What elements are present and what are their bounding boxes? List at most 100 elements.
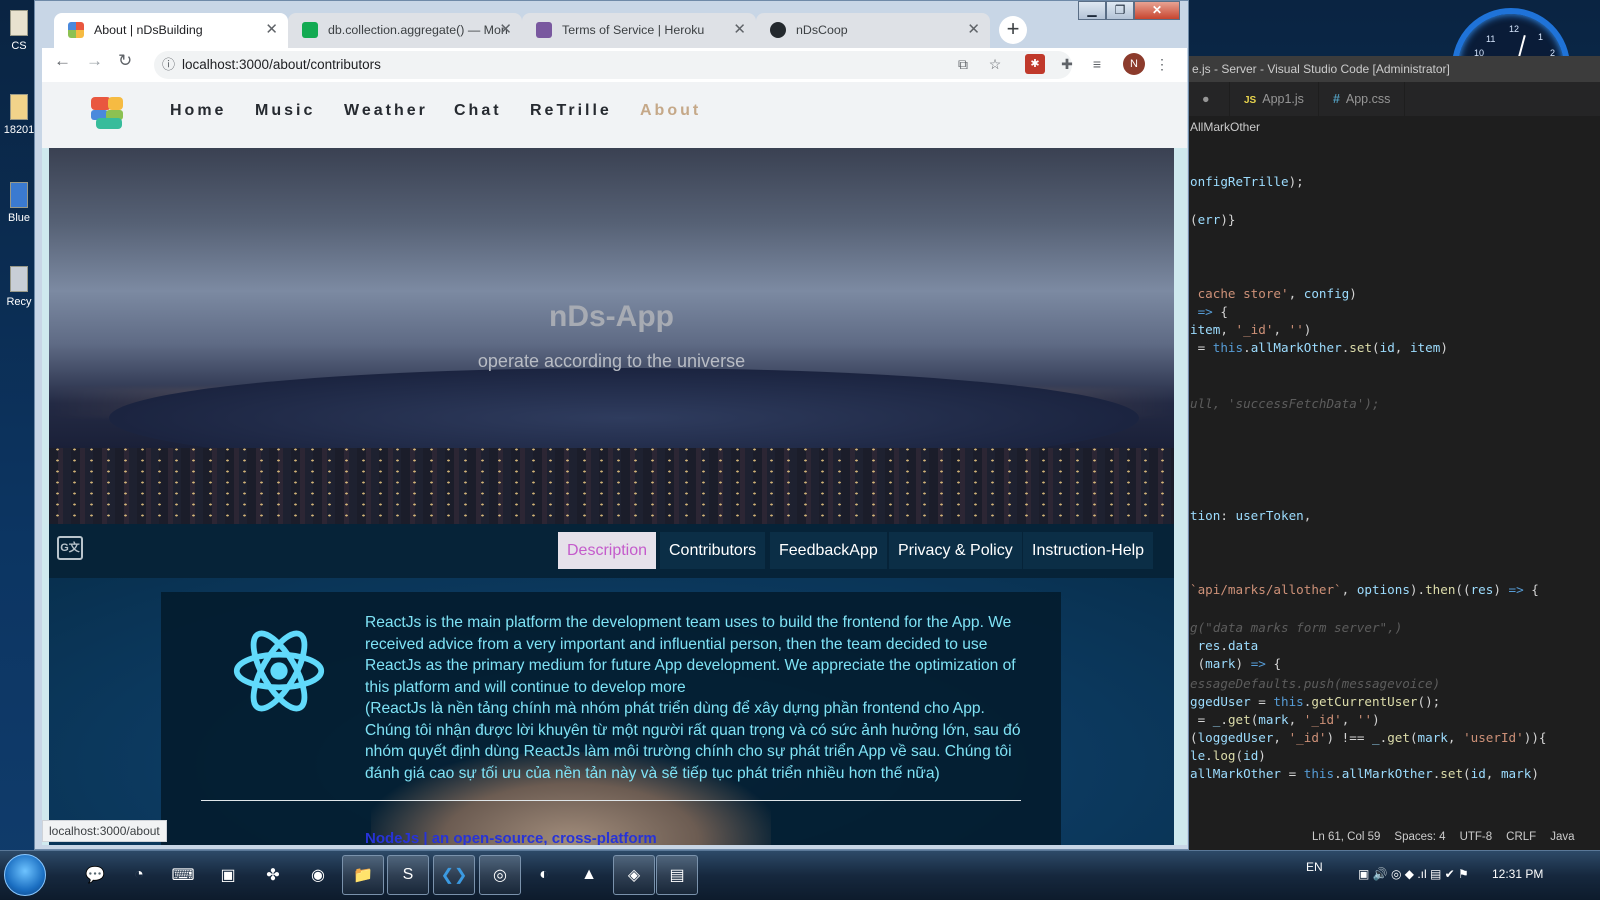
vscode-tab-app1js[interactable]: JS App1.js	[1230, 82, 1319, 116]
taskbar-app-icon[interactable]: ◔	[118, 855, 160, 895]
taskbar-sublime-icon[interactable]: S	[387, 855, 429, 895]
nav-music[interactable]: Music	[255, 102, 315, 120]
code-line: `api/marks/allother`, options).then((res…	[1190, 582, 1539, 597]
code-line: allMarkOther = this.allMarkOther.set(id,…	[1190, 766, 1539, 781]
nav-home[interactable]: Home	[170, 102, 226, 120]
clock-number: 12	[1509, 24, 1520, 34]
code-line: tion: userToken,	[1190, 508, 1312, 523]
vscode-tabbar: ● JS App1.js # App.css	[1188, 82, 1600, 116]
folder-icon	[10, 94, 28, 120]
back-icon[interactable]: ←	[54, 51, 71, 71]
section-divider	[201, 800, 1021, 801]
bookmark-star-icon[interactable]: ☆	[985, 54, 1005, 74]
taskbar-tool-icon[interactable]: ✤	[252, 855, 294, 895]
translate-icon[interactable]: ⧉	[953, 54, 973, 74]
reload-icon[interactable]: ↻	[118, 51, 132, 71]
react-logo-icon	[233, 630, 325, 712]
profile-avatar[interactable]: N	[1123, 53, 1145, 75]
taskbar-vscode-icon[interactable]: ❮❯	[433, 855, 475, 895]
code-line: g("data marks form server",)	[1190, 620, 1403, 635]
extensions-puzzle-icon[interactable]: ✚	[1057, 54, 1077, 74]
desktop-icon-cs[interactable]: CS	[2, 10, 36, 52]
clock-number: 1	[1538, 32, 1544, 42]
code-line: onfigReTrille);	[1190, 174, 1304, 189]
taskbar-clock[interactable]: 12:31 PM	[1492, 867, 1543, 881]
nav-retrille[interactable]: ReTrille	[530, 102, 612, 120]
js-file-icon: JS	[1244, 95, 1257, 106]
close-tab-icon[interactable]: ✕	[499, 13, 512, 47]
tab-description[interactable]: Description	[558, 532, 657, 569]
taskbar-keyboard-icon[interactable]: ⌨	[162, 855, 204, 895]
taskbar-messenger-icon[interactable]: 💬	[74, 855, 116, 895]
status-indentation[interactable]: Spaces: 4	[1394, 831, 1445, 843]
browser-tab-heroku[interactable]: Terms of Service | Heroku ✕	[522, 13, 756, 48]
vscode-tab-modified[interactable]: ●	[1188, 82, 1230, 116]
about-content: ReactJs is the main platform the develop…	[49, 578, 1174, 845]
nav-chat[interactable]: Chat	[454, 102, 502, 120]
site-logo[interactable]	[88, 94, 126, 132]
language-translate-icon[interactable]: G文	[57, 536, 83, 560]
taskbar-firefox-icon[interactable]: ◐	[523, 855, 565, 895]
start-button[interactable]	[4, 854, 46, 896]
desktop-icon-blue[interactable]: Blue	[2, 182, 36, 224]
mongodb-leaf-icon	[302, 22, 318, 38]
tab-contributors[interactable]: Contributors	[660, 532, 766, 569]
close-tab-icon[interactable]: ✕	[265, 13, 278, 47]
chrome-window[interactable]: ▁ ❐ ✕ About | nDsBuilding ✕ db.collectio…	[34, 0, 1189, 850]
tab-feedbackapp[interactable]: FeedbackApp	[770, 532, 887, 569]
taskbar-app-icon[interactable]: ◉	[297, 855, 339, 895]
hero-subtitle: operate according to the universe	[477, 351, 746, 371]
heroku-icon	[536, 22, 552, 38]
forward-icon[interactable]: →	[86, 51, 103, 71]
code-line: le.log(id)	[1190, 748, 1266, 763]
status-eol[interactable]: CRLF	[1506, 831, 1536, 843]
code-line: = this.allMarkOther.set(id, item)	[1190, 340, 1448, 355]
menu-kebab-icon[interactable]: ⋮	[1152, 54, 1172, 74]
code-line: (mark) => {	[1190, 656, 1282, 671]
desktop-icon-label: Recy	[6, 296, 32, 308]
desktop-icon-recycle-bin[interactable]: Recy	[2, 266, 36, 308]
windows-taskbar: 💬 ◔ ⌨ ▣ ✤ ◉ 📁 S ❮❯ ◎ ◐ ▲ ◈ ▤ EN ▣ 🔊 ◎ ◆ …	[0, 850, 1600, 900]
address-bar[interactable]: ⓘ localhost:3000/about/contributors	[154, 51, 1072, 79]
taskbar-window-icon[interactable]: ▤	[656, 855, 698, 895]
desktop-icon-18201[interactable]: 18201	[2, 94, 36, 136]
tab-privacy-policy[interactable]: Privacy & Policy	[889, 532, 1022, 569]
nav-about[interactable]: About	[640, 102, 701, 120]
vscode-window[interactable]: e.js - Server - Visual Studio Code [Admi…	[1188, 56, 1600, 850]
status-encoding[interactable]: UTF-8	[1460, 831, 1493, 843]
browser-tab-about[interactable]: About | nDsBuilding ✕	[54, 13, 288, 48]
tab-instruction-help[interactable]: Instruction-Help	[1023, 532, 1154, 569]
status-cursor-position[interactable]: Ln 61, Col 59	[1312, 831, 1380, 843]
browser-tab-mongodb[interactable]: db.collection.aggregate() — Mon ✕	[288, 13, 522, 48]
vscode-tab-label: App.css	[1345, 92, 1391, 106]
close-tab-icon[interactable]: ✕	[967, 13, 980, 47]
code-line: ggedUser = this.getCurrentUser();	[1190, 694, 1441, 709]
taskbar-app-icon[interactable]: ◈	[613, 855, 655, 895]
close-tab-icon[interactable]: ✕	[733, 13, 746, 47]
hero-banner: nDs-App operate according to the univers…	[49, 148, 1174, 524]
hero-title: nDs-App	[549, 300, 674, 333]
vscode-breadcrumb[interactable]: AllMarkOther	[1188, 116, 1600, 138]
taskbar-chrome-icon[interactable]: ◎	[479, 855, 521, 895]
github-icon	[770, 22, 786, 38]
description-vietnamese: (ReactJs là nền tảng chính mà nhóm phát …	[365, 700, 1021, 782]
page-viewport: Home Music Weather Chat ReTrille About n…	[42, 82, 1187, 845]
site-info-icon[interactable]: ⓘ	[162, 51, 175, 79]
code-line: item, '_id', '')	[1190, 322, 1312, 337]
recycle-bin-icon	[10, 266, 28, 292]
taskbar-explorer-icon[interactable]: 📁	[342, 855, 384, 895]
desktop-icon-label: CS	[11, 40, 27, 52]
tray-icons[interactable]: ▣ 🔊 ◎ ◆ .ıl ▤ ✔ ⚑	[1358, 867, 1469, 881]
description-text: ReactJs is the main platform the develop…	[365, 612, 1025, 784]
vscode-tab-appcss[interactable]: # App.css	[1319, 82, 1406, 116]
vscode-editor[interactable]: onfigReTrille); (err)} cache store', con…	[1188, 138, 1600, 818]
extension-icon[interactable]: ✱	[1025, 54, 1045, 74]
taskbar-app-icon[interactable]: ▲	[568, 855, 610, 895]
media-control-icon[interactable]: ≡	[1087, 54, 1107, 74]
status-language[interactable]: Java	[1550, 831, 1574, 843]
new-tab-button[interactable]: +	[999, 16, 1027, 44]
language-indicator[interactable]: EN	[1306, 860, 1323, 874]
browser-tab-github[interactable]: nDsCoop ✕	[756, 13, 990, 48]
nav-weather[interactable]: Weather	[344, 102, 428, 120]
taskbar-cmd-icon[interactable]: ▣	[207, 855, 249, 895]
